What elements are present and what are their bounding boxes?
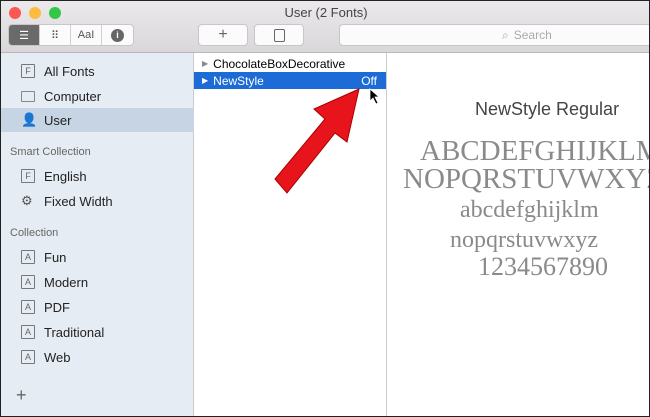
font-book-window: User (2 Fonts) ☰ ⠿ AaI i + ⌕ Search F All … (0, 0, 650, 417)
mouse-cursor-icon (369, 88, 381, 105)
annotation-arrow (274, 88, 381, 194)
red-arrow-icon (274, 88, 360, 194)
